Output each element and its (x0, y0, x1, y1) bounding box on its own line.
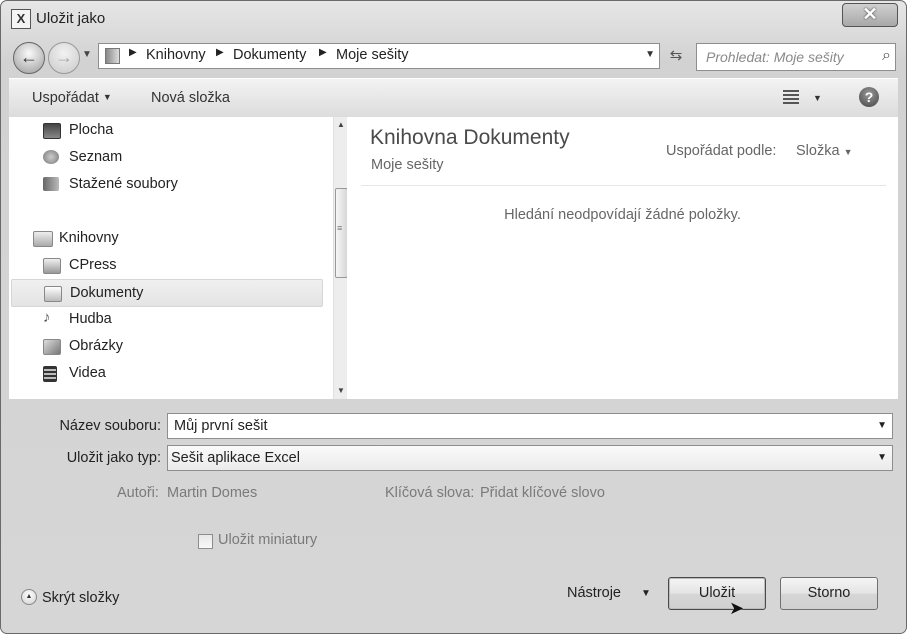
cancel-button[interactable]: Storno (780, 577, 878, 610)
forward-arrow-icon: → (55, 47, 73, 67)
search-placeholder: Prohledat: Moje sešity (706, 49, 844, 65)
libraries-icon (33, 231, 53, 247)
nav-item-libraries[interactable]: Knihovny (33, 225, 323, 251)
filename-label: Název souboru: (59, 418, 161, 434)
breadcrumb-separator-icon[interactable]: ▶ (216, 47, 224, 58)
back-button[interactable]: ← (13, 42, 45, 74)
downloads-icon (43, 177, 59, 191)
nav-pane-scrollbar[interactable]: ▲ ≡ ▼ (333, 117, 348, 399)
back-arrow-icon: ← (20, 47, 38, 67)
hide-folders-button[interactable]: Skrýt složky (42, 590, 119, 606)
title-bar: X Uložit jako ✕ (1, 1, 906, 37)
chevron-down-icon[interactable]: ▼ (877, 446, 887, 470)
nav-item-label: Plocha (69, 122, 114, 138)
save-thumbnails-label[interactable]: Uložit miniatury (218, 532, 317, 548)
grip-icon: ≡ (337, 223, 343, 233)
search-icon[interactable]: ⌕ (882, 47, 891, 65)
nav-item-documents[interactable]: Dokumenty (11, 279, 323, 307)
nav-item-label: Seznam (69, 149, 123, 165)
library-folder-icon (105, 48, 120, 64)
chevron-down-icon[interactable]: ▼ (877, 414, 887, 438)
breadcrumb-documents[interactable]: Dokumenty (233, 47, 306, 63)
nav-item-recent[interactable]: Seznam (43, 144, 323, 170)
breadcrumb-separator-icon[interactable]: ▶ (129, 47, 137, 58)
recent-locations-dropdown[interactable]: ▼ (82, 49, 92, 60)
nav-item-music[interactable]: ♪ Hudba (43, 306, 323, 332)
scroll-up-arrow-icon[interactable]: ▲ (337, 120, 345, 129)
breadcrumb-libraries[interactable]: Knihovny (146, 47, 206, 63)
tools-button[interactable]: Nástroje (567, 585, 621, 601)
empty-results-message: Hledání neodpovídají žádné položky. (504, 207, 741, 223)
view-options-dropdown-icon[interactable]: ▼ (813, 93, 822, 103)
desktop-icon (43, 123, 61, 139)
excel-app-icon: X (11, 9, 31, 29)
filename-field[interactable]: Můj první sešit ▼ (167, 413, 893, 439)
chevron-down-icon[interactable]: ▼ (641, 588, 651, 599)
authors-field[interactable]: Martin Domes (167, 485, 257, 501)
library-title: Knihovna Dokumenty (370, 126, 570, 149)
nav-item-label: Hudba (69, 311, 112, 327)
pictures-icon (43, 339, 61, 355)
address-bar[interactable]: ▶ Knihovny ▶ Dokumenty ▶ Moje sešity ▼ (98, 43, 660, 69)
window-title: Uložit jako (36, 10, 106, 27)
arrange-by-dropdown[interactable]: Složka ▼ (796, 143, 852, 159)
help-icon[interactable]: ? (859, 87, 879, 107)
nav-item-cpress[interactable]: CPress (43, 252, 323, 278)
refresh-button[interactable]: ⇆ (663, 44, 689, 68)
arrange-by-value: Složka (796, 143, 840, 159)
keywords-label: Klíčová slova: (385, 485, 475, 501)
chevron-up-icon[interactable]: ▲ (21, 589, 37, 605)
arrange-by-label: Uspořádat podle: (666, 143, 777, 159)
keywords-field[interactable]: Přidat klíčové slovo (480, 485, 605, 501)
nav-item-videos[interactable]: Videa (43, 360, 323, 386)
nav-item-label: CPress (69, 257, 117, 273)
command-toolbar: Uspořádat ▼ Nová složka ▼ ? (9, 78, 898, 118)
nav-item-desktop[interactable]: Plocha (43, 117, 323, 143)
videos-icon (43, 366, 57, 382)
change-view-icon[interactable] (783, 90, 799, 106)
nav-item-label: Knihovny (59, 230, 119, 246)
organize-button[interactable]: Uspořádat ▼ (32, 90, 112, 106)
filetype-select[interactable]: Sešit aplikace Excel ▼ (167, 445, 893, 471)
nav-item-label: Dokumenty (70, 285, 144, 301)
navigation-pane: Plocha Seznam Stažené soubory Knihovny C… (9, 117, 348, 399)
divider (361, 185, 886, 186)
scroll-down-arrow-icon[interactable]: ▼ (337, 386, 345, 395)
mouse-cursor-icon: ➤ (729, 598, 745, 618)
nav-item-pictures[interactable]: Obrázky (43, 333, 323, 359)
nav-item-label: Obrázky (69, 338, 123, 354)
chevron-down-icon: ▼ (843, 147, 853, 157)
authors-label: Autoři: (117, 485, 159, 501)
search-input[interactable]: Prohledat: Moje sešity ⌕ (696, 43, 896, 71)
breadcrumb-separator-icon[interactable]: ▶ (319, 47, 327, 58)
forward-button[interactable]: → (48, 42, 80, 74)
refresh-icon: ⇆ (669, 47, 683, 64)
new-folder-button[interactable]: Nová složka (151, 90, 230, 106)
music-icon: ♪ (43, 309, 51, 326)
save-thumbnails-checkbox[interactable] (198, 534, 213, 549)
filename-value: Můj první sešit (174, 418, 268, 434)
library-icon (43, 258, 61, 274)
recent-places-icon (43, 150, 59, 164)
nav-item-downloads[interactable]: Stažené soubory (43, 171, 323, 197)
nav-item-label: Stažené soubory (69, 176, 178, 192)
save-button[interactable]: Uložit (668, 577, 766, 610)
library-subtitle: Moje sešity (371, 157, 444, 173)
organize-label: Uspořádat (32, 90, 99, 106)
address-dropdown-icon[interactable]: ▼ (645, 49, 655, 60)
file-list-pane: Knihovna Dokumenty Moje sešity Uspořádat… (347, 117, 898, 399)
chevron-down-icon: ▼ (102, 92, 112, 102)
breadcrumb-my-workbooks[interactable]: Moje sešity (336, 47, 409, 63)
filetype-label: Uložit jako typ: (66, 450, 161, 466)
nav-item-label: Videa (69, 365, 106, 381)
documents-icon (44, 286, 62, 302)
close-button[interactable]: ✕ (842, 3, 898, 27)
filetype-value: Sešit aplikace Excel (171, 450, 300, 466)
save-as-dialog: X Uložit jako ✕ ← → ▼ ▶ Knihovny ▶ Dokum… (0, 0, 907, 634)
